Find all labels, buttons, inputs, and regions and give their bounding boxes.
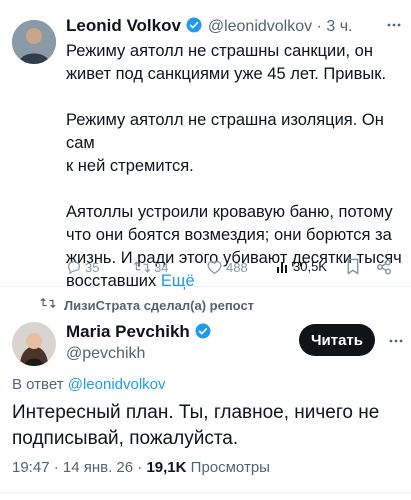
verified-icon [194,322,212,345]
author-name[interactable]: Leonid Volkov [66,16,181,35]
more-options-icon[interactable] [386,17,402,38]
tweet-body: Режиму аятолл не страшны санкции, он жив… [66,40,406,293]
author-name[interactable]: Maria Pevchikh [66,322,190,341]
tweet-line: подписывай, пожалуйста. [12,428,239,449]
tweet-body: Интересный план. Ты, главное, ничего не … [12,400,407,452]
reply-button[interactable]: 35 [66,259,99,275]
reply-icon [66,259,82,275]
views-count: 19,1K [146,459,187,476]
repost-banner[interactable]: ЛизиСтрата сделал(а) репост [64,298,254,313]
tweet-time[interactable]: · 3 ч. [317,18,353,35]
author-handle[interactable]: @pevchikh [66,345,145,363]
like-icon [206,259,223,275]
avatar-leonid-volkov[interactable] [12,20,56,64]
like-button[interactable]: 488 [206,259,248,275]
tweet-line: живет под санкциями уже 45 лет. Привык. [66,65,387,83]
follow-button[interactable]: Читать [299,324,375,356]
retweet-icon [133,259,151,275]
tweet-line: к ней стремится. [66,157,194,175]
repost-icon [40,296,56,315]
tweet-line: Аятоллы устроили кровавую баню, потому [66,203,393,221]
bottom-divider [0,492,411,493]
views-label: Просмотры [190,459,270,476]
tweet-line: Режиму аятолл не страшна изоляция. Он са… [66,111,384,152]
share-icon[interactable] [376,259,392,280]
avatar-maria-pevchikh[interactable] [12,322,56,366]
views-button[interactable]: 30,5K [276,259,327,274]
bookmark-icon[interactable] [346,258,360,280]
views-icon [276,260,290,274]
tweet-timestamp[interactable]: 19:47 · 14 янв. 26 · [12,459,142,476]
author-handle[interactable]: @leonidvolkov [208,18,312,35]
reply-count: 35 [85,259,100,275]
retweet-count: 34 [154,259,169,275]
more-options-icon[interactable] [388,333,404,354]
reply-to-handle[interactable]: @leonidvolkov [68,376,166,393]
reply-to-prefix: В ответ [12,376,64,393]
tweet-line: что они боятся возмездия; они борются за [66,226,392,244]
tweet-line: Режиму аятолл не страшны санкции, он [66,42,373,60]
verified-icon [185,16,203,39]
views-count: 30,5K [293,259,327,274]
like-count: 488 [226,259,248,275]
tweet-divider [0,286,411,287]
retweet-button[interactable]: 34 [133,259,168,275]
tweet-line: Интересный план. Ты, главное, ничего не [12,402,380,423]
